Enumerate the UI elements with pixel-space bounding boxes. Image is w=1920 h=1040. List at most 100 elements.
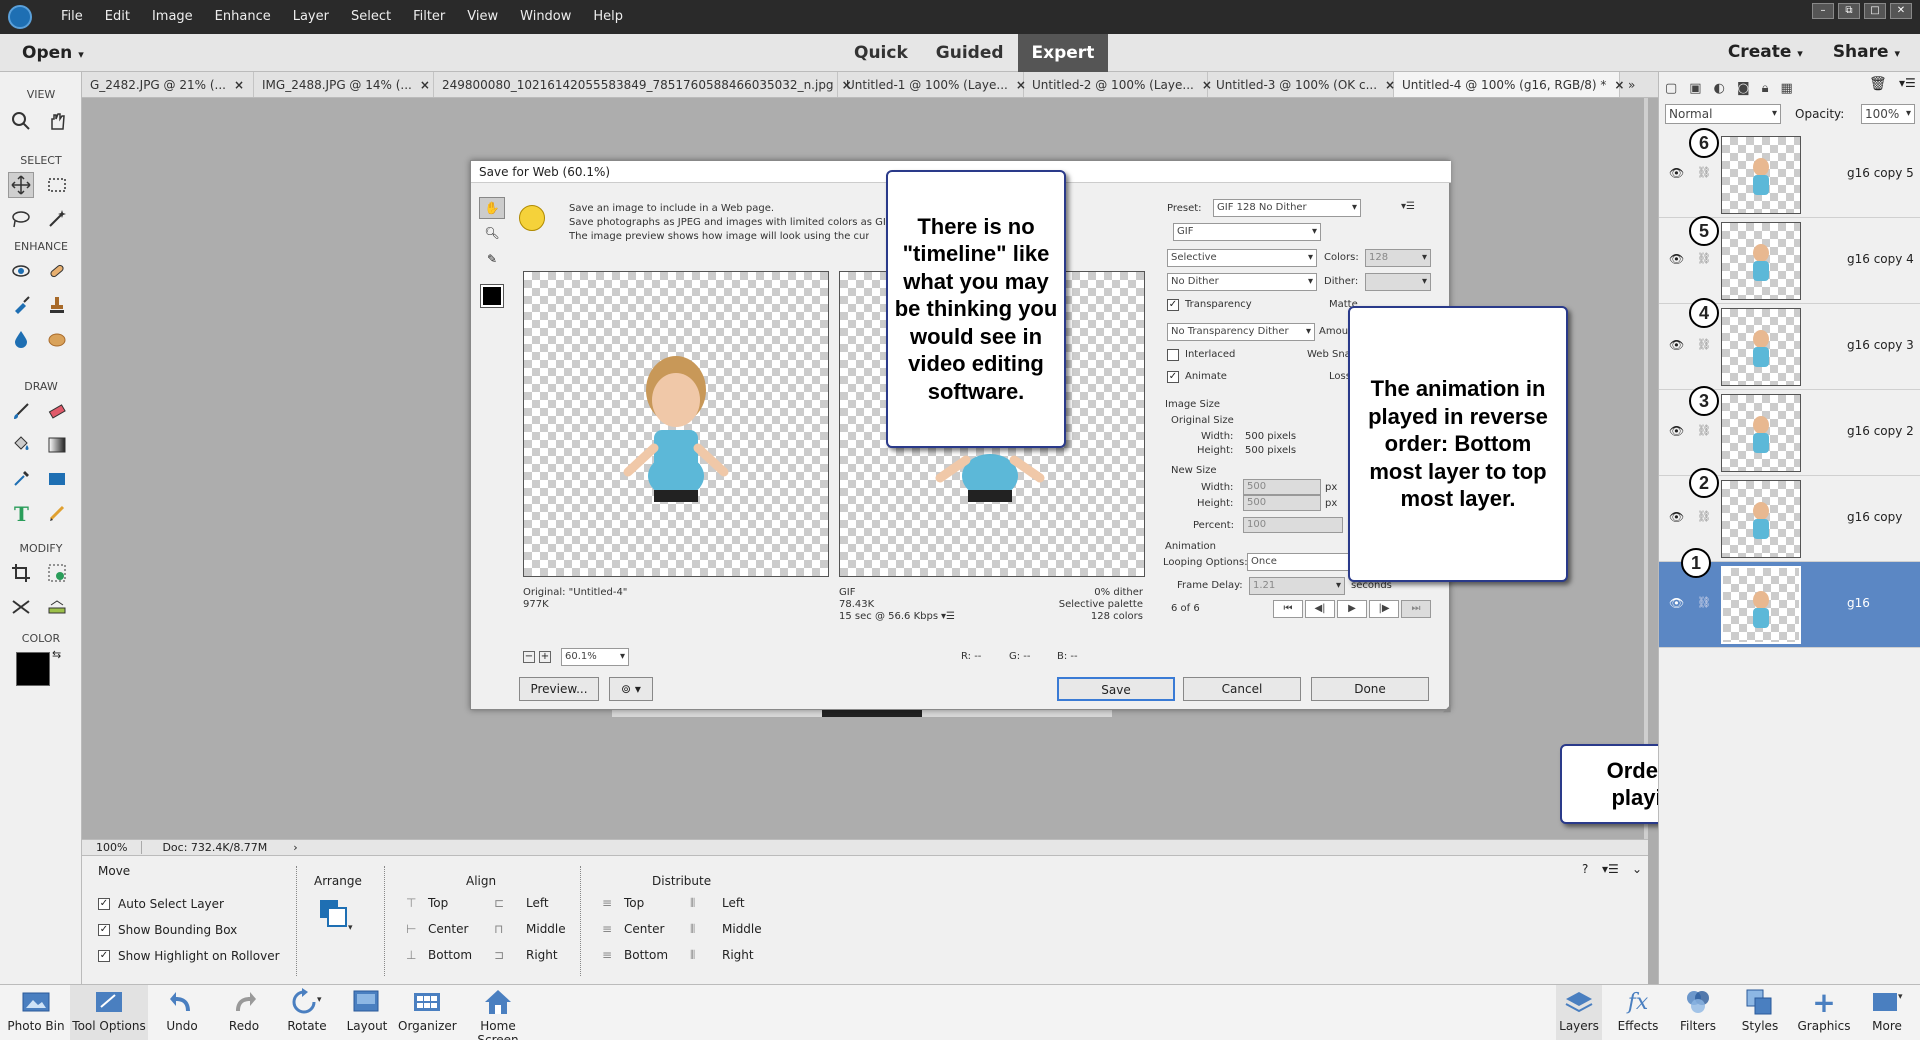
layer-mask-icon[interactable]: ◙ xyxy=(1737,81,1750,96)
home-screen-button[interactable]: Home Screen xyxy=(460,985,536,1040)
link-icon[interactable]: ⛓︎ xyxy=(1697,596,1711,609)
preset-select[interactable]: GIF 128 No Dither xyxy=(1213,199,1361,217)
auto-select-checkbox[interactable]: ✓ xyxy=(98,898,110,910)
opacity-select[interactable]: 100% xyxy=(1861,104,1915,124)
tab-document[interactable]: G_2482.JPG @ 21% (... × xyxy=(82,72,254,97)
animate-checkbox[interactable]: ✓ xyxy=(1167,371,1179,383)
zoom-select[interactable]: 60.1% xyxy=(561,648,629,666)
menu-enhance[interactable]: Enhance xyxy=(204,0,282,34)
next-frame-icon[interactable]: |▶ xyxy=(1369,600,1399,618)
organizer-button[interactable]: Organizer xyxy=(398,985,457,1040)
close-icon[interactable]: × xyxy=(234,78,244,92)
distribute-middle-icon[interactable]: ⦀ xyxy=(690,922,695,937)
marquee-tool-icon[interactable] xyxy=(44,172,70,198)
mode-quick[interactable]: Quick xyxy=(840,34,922,72)
reduction-select[interactable]: Selective xyxy=(1167,249,1317,267)
align-middle-icon[interactable]: ⊓ xyxy=(494,922,503,936)
layout-button[interactable]: Layout xyxy=(344,985,390,1040)
dither-amount-field[interactable] xyxy=(1365,273,1431,291)
browser-preview-button[interactable]: ⊚ ▾ xyxy=(609,677,653,701)
menu-help[interactable]: Help xyxy=(582,0,634,34)
photo-bin-button[interactable]: Photo Bin xyxy=(6,985,66,1040)
lock-transparency-icon[interactable]: ▦ xyxy=(1780,81,1792,96)
undo-button[interactable]: Undo xyxy=(160,985,204,1040)
redo-button[interactable]: Redo xyxy=(222,985,266,1040)
done-button[interactable]: Done xyxy=(1311,677,1429,701)
foreground-color-swatch[interactable] xyxy=(16,652,50,686)
maximize-button[interactable]: □ xyxy=(1864,3,1886,19)
preset-menu-icon[interactable]: ▾☰ xyxy=(1401,201,1415,212)
zoom-tool-icon[interactable] xyxy=(8,108,34,134)
menu-image[interactable]: Image xyxy=(141,0,204,34)
content-aware-move-tool-icon[interactable] xyxy=(8,594,34,620)
eye-icon[interactable]: 👁︎ xyxy=(1669,510,1684,524)
paint-bucket-tool-icon[interactable] xyxy=(8,432,34,458)
share-button[interactable]: Share ▾ xyxy=(1833,33,1900,73)
more-button[interactable]: ▾ More xyxy=(1862,985,1912,1040)
menu-filter[interactable]: Filter xyxy=(402,0,456,34)
link-icon[interactable]: ⛓︎ xyxy=(1697,510,1711,523)
tool-options-button[interactable]: Tool Options xyxy=(70,985,148,1040)
help-icon[interactable]: ? xyxy=(1582,862,1588,876)
tab-document[interactable]: Untitled-1 @ 100% (Laye... × xyxy=(838,72,1026,97)
eye-icon[interactable]: 👁︎ xyxy=(1669,252,1684,266)
distribute-top-icon[interactable]: ≡ xyxy=(602,896,612,910)
play-icon[interactable]: ▶ xyxy=(1337,600,1367,618)
filters-button[interactable]: Filters xyxy=(1676,985,1720,1040)
options-menu-icon[interactable]: ▾☰ xyxy=(1602,862,1619,876)
align-center-icon[interactable]: ⊢ xyxy=(406,922,416,936)
type-tool-icon[interactable]: T xyxy=(8,500,34,526)
zoom-out-button[interactable]: − xyxy=(523,651,535,663)
cancel-button[interactable]: Cancel xyxy=(1183,677,1301,701)
original-preview[interactable] xyxy=(523,271,829,577)
minimize-button[interactable]: – xyxy=(1812,3,1834,19)
resize-grip-icon[interactable]: ◢ xyxy=(1443,703,1451,714)
last-frame-icon[interactable]: ⏭ xyxy=(1401,600,1431,618)
spot-healing-tool-icon[interactable] xyxy=(44,258,70,284)
menu-file[interactable]: File xyxy=(50,0,94,34)
eye-icon[interactable]: 👁︎ xyxy=(1669,338,1684,352)
more-tabs-icon[interactable]: » xyxy=(1620,72,1650,97)
magic-wand-tool-icon[interactable] xyxy=(44,206,70,232)
zoom-in-button[interactable]: + xyxy=(539,651,551,663)
eye-icon[interactable]: 👁︎ xyxy=(1669,424,1684,438)
move-tool-icon[interactable] xyxy=(8,172,34,198)
colors-select[interactable]: 128 xyxy=(1365,249,1431,267)
align-right-icon[interactable]: ⊐ xyxy=(494,948,504,962)
restore-button[interactable]: ⧉ xyxy=(1838,3,1860,19)
hand-tool-icon[interactable] xyxy=(44,108,70,134)
transparency-dither-select[interactable]: No Transparency Dither xyxy=(1167,323,1315,341)
menu-edit[interactable]: Edit xyxy=(94,0,141,34)
align-top-icon[interactable]: ⊤ xyxy=(406,896,416,910)
tab-document[interactable]: 249800080_10216142055583849_785176058846… xyxy=(434,72,852,97)
distribute-center-icon[interactable]: ≡ xyxy=(602,922,612,936)
frame-delay-select[interactable]: 1.21 xyxy=(1249,577,1345,595)
previous-frame-icon[interactable]: ◀| xyxy=(1305,600,1335,618)
blur-tool-icon[interactable] xyxy=(8,326,34,352)
bounding-box-checkbox[interactable]: ✓ xyxy=(98,924,110,936)
trash-icon[interactable]: 🗑︎ xyxy=(1869,76,1887,92)
crop-tool-icon[interactable] xyxy=(8,560,34,586)
link-icon[interactable]: ⛓︎ xyxy=(1697,338,1711,351)
tab-document[interactable]: Untitled-2 @ 100% (Laye... × xyxy=(1024,72,1212,97)
distribute-left-icon[interactable]: ⦀ xyxy=(690,896,695,911)
link-icon[interactable]: ⛓︎ xyxy=(1697,166,1711,179)
swap-colors-icon[interactable]: ⇆ xyxy=(52,648,61,661)
pencil-tool-icon[interactable] xyxy=(44,500,70,526)
menu-select[interactable]: Select xyxy=(340,0,402,34)
mode-expert[interactable]: Expert xyxy=(1017,34,1109,72)
align-left-icon[interactable]: ⊏ xyxy=(494,896,504,910)
highlight-checkbox[interactable]: ✓ xyxy=(98,950,110,962)
menu-view[interactable]: View xyxy=(456,0,509,34)
preview-button[interactable]: Preview... xyxy=(519,677,599,701)
clone-stamp-tool-icon[interactable] xyxy=(44,292,70,318)
new-layer-icon[interactable]: ▢ xyxy=(1665,81,1677,96)
distribute-right-icon[interactable]: ⦀ xyxy=(690,948,695,963)
distribute-bottom-icon[interactable]: ≡ xyxy=(602,948,612,962)
new-height-input[interactable]: 500 xyxy=(1243,495,1321,511)
shape-tool-icon[interactable] xyxy=(44,466,70,492)
eraser-tool-icon[interactable] xyxy=(44,398,70,424)
menu-window[interactable]: Window xyxy=(509,0,582,34)
lock-icon[interactable]: 🔒︎ xyxy=(1762,81,1769,96)
options-menu-icon[interactable]: ▾☰ xyxy=(941,611,955,622)
